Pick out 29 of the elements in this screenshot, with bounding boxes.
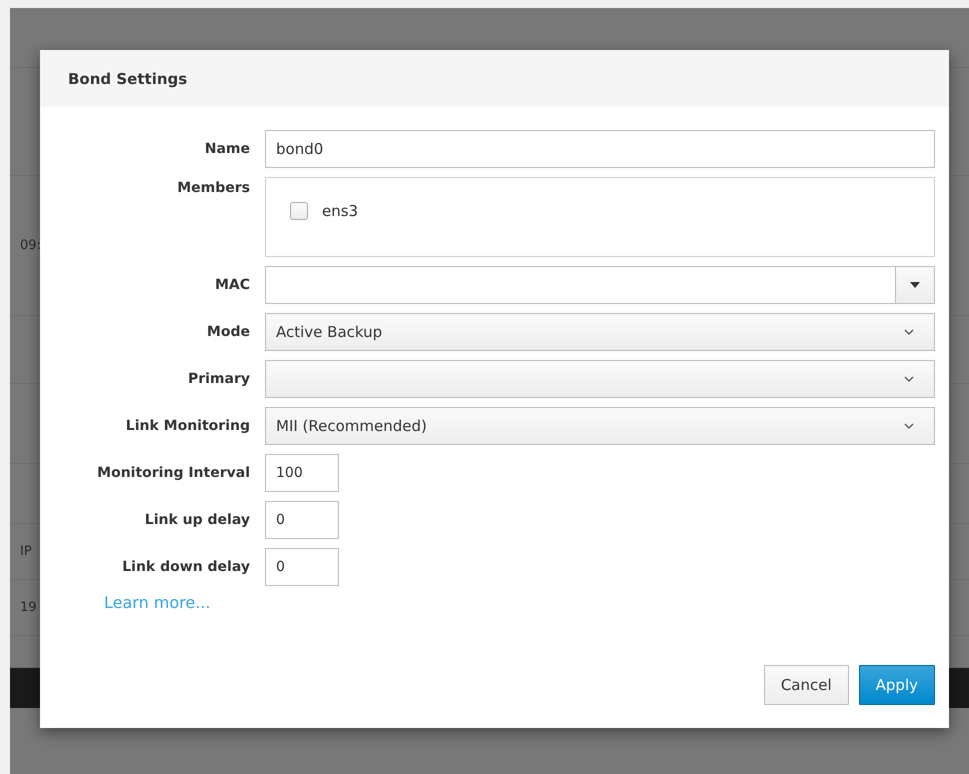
field-label: Name bbox=[204, 140, 251, 159]
checkbox[interactable] bbox=[290, 202, 308, 220]
select-field[interactable]: Active Backup bbox=[265, 313, 935, 351]
name-field[interactable]: bond0 bbox=[265, 130, 935, 168]
background-text: IP bbox=[20, 544, 32, 559]
cancel-button[interactable]: Cancel bbox=[764, 665, 849, 705]
field-label: Link Monitoring bbox=[124, 417, 251, 436]
member-name: ens3 bbox=[322, 202, 358, 220]
field-label: Primary bbox=[186, 370, 251, 389]
field-label: Members bbox=[176, 179, 251, 198]
mac-field[interactable] bbox=[265, 266, 895, 304]
select-field[interactable]: MII (Recommended) bbox=[265, 407, 935, 445]
chevron-icon bbox=[904, 423, 914, 429]
caret-icon bbox=[910, 282, 920, 288]
field-label: MAC bbox=[214, 276, 251, 295]
field-label: Monitoring Interval bbox=[96, 464, 251, 483]
field-label: Link down delay bbox=[121, 558, 251, 577]
dialog-title: Bond Settings bbox=[68, 70, 188, 88]
select-field[interactable] bbox=[265, 360, 935, 398]
number-field[interactable]: 0 bbox=[265, 548, 339, 586]
chevron-icon bbox=[904, 329, 914, 335]
field-label: Link up delay bbox=[144, 511, 251, 530]
field-label: Mode bbox=[206, 323, 251, 342]
number-field[interactable]: 100 bbox=[265, 454, 339, 492]
number-field[interactable]: 0 bbox=[265, 501, 339, 539]
background-text: 09: bbox=[20, 238, 41, 253]
dropdown-button[interactable] bbox=[895, 266, 935, 304]
background-text: 19 bbox=[20, 600, 37, 615]
chevron-icon bbox=[904, 376, 914, 382]
